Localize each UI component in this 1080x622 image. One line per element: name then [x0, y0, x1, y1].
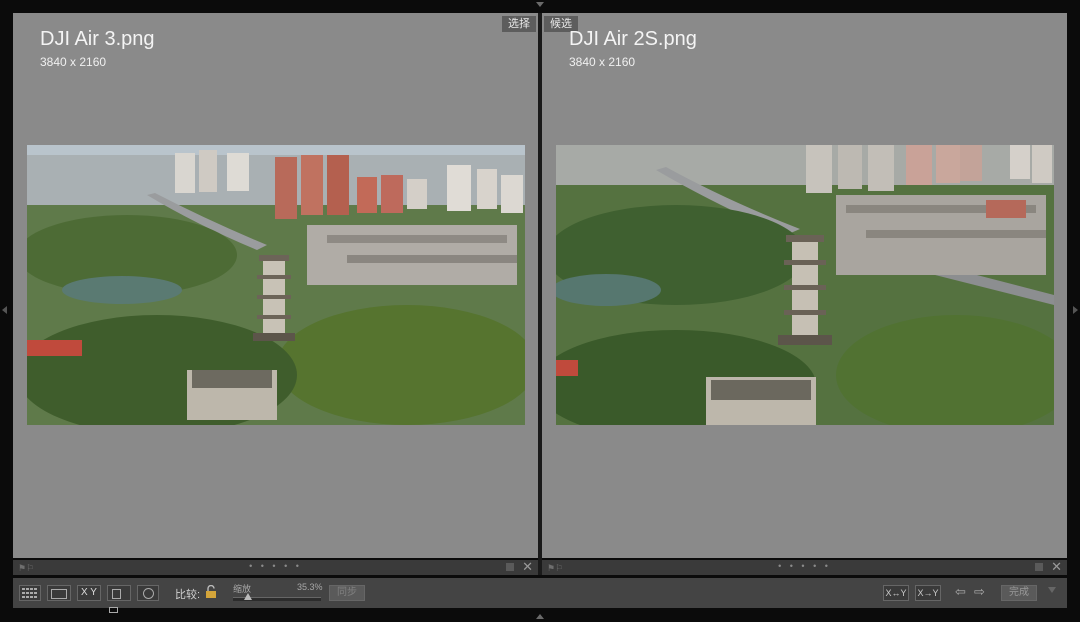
aerial-photo-right — [556, 145, 1054, 425]
candidate-filename: DJI Air 2S.png — [569, 28, 697, 50]
bottom-panel-toggle-icon[interactable] — [536, 614, 544, 619]
candidate-pane-bar: ⚑⚐ • • • • • ✕ — [542, 559, 1067, 575]
make-select-button[interactable]: X→Y — [915, 585, 941, 601]
survey-icon[interactable] — [107, 585, 131, 613]
compare-icon[interactable]: X Y — [77, 585, 101, 601]
people-icon[interactable] — [137, 585, 159, 601]
close-icon[interactable]: ✕ — [1051, 559, 1062, 575]
zoom-slider-knob[interactable] — [244, 593, 252, 600]
right-panel-toggle-icon[interactable] — [1073, 306, 1078, 314]
compare-label: 比较: — [175, 589, 201, 601]
candidate-photo[interactable] — [556, 145, 1054, 425]
rating-dots[interactable]: • • • • • — [249, 561, 302, 571]
loupe-icon[interactable] — [47, 585, 71, 601]
arrow-left-icon[interactable]: ⇦ — [955, 584, 966, 600]
select-dimensions: 3840 x 2160 — [40, 55, 107, 69]
top-panel-toggle-icon[interactable] — [536, 2, 544, 7]
left-panel-toggle-icon[interactable] — [2, 306, 7, 314]
select-pane-bar: ⚑⚐ • • • • • ✕ — [13, 559, 538, 575]
bottom-toolbar: X Y 比较: 缩放 35.3% 同步 X↔Y X→Y ⇦ ⇨ 完成 — [13, 578, 1067, 613]
candidate-dimensions: 3840 x 2160 — [569, 55, 636, 69]
select-filename: DJI Air 3.png — [40, 28, 155, 50]
flag-icon[interactable]: ⚑⚐ — [18, 563, 34, 574]
color-label-icon[interactable] — [506, 563, 514, 571]
lock-icon[interactable] — [205, 584, 217, 599]
toolbar-menu-icon[interactable] — [1048, 587, 1056, 593]
rating-dots[interactable]: • • • • • — [778, 561, 831, 571]
select-tag: 选择 — [502, 16, 536, 32]
grid-icon[interactable] — [19, 585, 41, 601]
select-photo[interactable] — [27, 145, 525, 425]
select-pane[interactable]: 选择 DJI Air 3.png 3840 x 2160 — [13, 13, 538, 558]
aerial-photo-left — [27, 145, 525, 425]
close-icon[interactable]: ✕ — [522, 559, 533, 575]
zoom-value: 35.3% — [297, 582, 323, 592]
done-button[interactable]: 完成 — [1001, 585, 1037, 601]
swap-button[interactable]: X↔Y — [883, 585, 909, 601]
candidate-pane[interactable]: 候选 DJI Air 2S.png 3840 x 2160 — [542, 13, 1067, 558]
color-label-icon[interactable] — [1035, 563, 1043, 571]
arrow-right-icon[interactable]: ⇨ — [974, 584, 985, 600]
flag-icon[interactable]: ⚑⚐ — [547, 563, 563, 574]
sync-button[interactable]: 同步 — [329, 585, 365, 601]
